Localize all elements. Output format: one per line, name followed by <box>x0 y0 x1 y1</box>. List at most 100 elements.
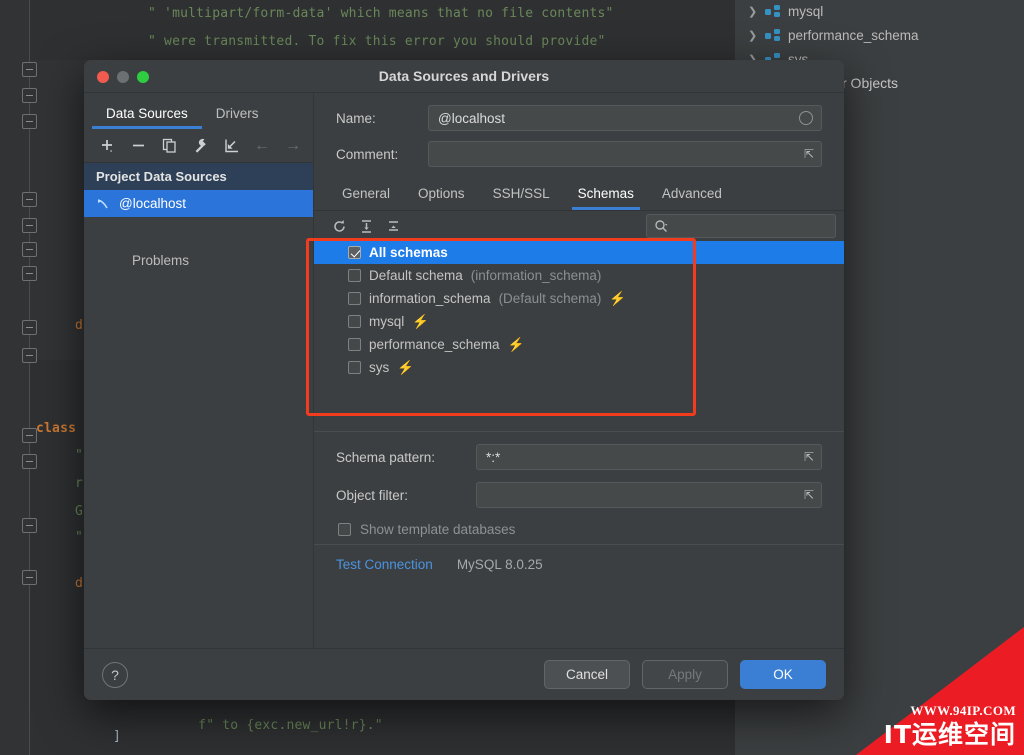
import-icon[interactable] <box>218 134 244 158</box>
problems-item[interactable]: Problems <box>84 253 313 268</box>
code-token: f" to {exc.new_url!r}." <box>198 718 383 733</box>
comment-input[interactable]: ⇱ <box>428 141 822 167</box>
tab-schemas[interactable]: Schemas <box>568 186 644 210</box>
dialog-title: Data Sources and Drivers <box>378 68 550 84</box>
fold-marker[interactable] <box>22 320 37 335</box>
code-fragment: G <box>75 504 84 519</box>
schema-row-sys[interactable]: sys ⚡ <box>314 356 844 379</box>
refresh-icon[interactable] <box>332 219 347 234</box>
schema-list: All schemas Default schema (information_… <box>314 241 844 379</box>
fold-marker[interactable] <box>22 114 37 129</box>
search-input[interactable] <box>646 214 836 238</box>
schema-pattern-label: Schema pattern: <box>336 449 436 465</box>
tab-data-sources[interactable]: Data Sources <box>92 106 202 129</box>
dialog-footer: ? Cancel Apply OK <box>84 648 844 700</box>
schema-label: mysql <box>369 314 405 329</box>
object-filter-input[interactable]: ⇱ <box>476 482 822 508</box>
tree-item-performance-schema[interactable]: ❯ performance_schema <box>748 28 919 43</box>
cancel-button[interactable]: Cancel <box>544 660 630 689</box>
name-field-row: Name: @localhost <box>314 101 844 135</box>
schema-row-performance-schema[interactable]: performance_schema ⚡ <box>314 333 844 356</box>
fold-marker[interactable] <box>22 518 37 533</box>
tab-options[interactable]: Options <box>408 186 475 210</box>
show-template-databases-label: Show template databases <box>360 521 516 537</box>
lightning-icon: ⚡ <box>412 313 430 329</box>
ok-button[interactable]: OK <box>740 660 826 689</box>
datasource-icon <box>96 197 110 211</box>
schema-checkbox[interactable] <box>348 292 361 305</box>
fold-marker[interactable] <box>22 348 37 363</box>
divider <box>314 431 844 432</box>
schema-row-information-schema[interactable]: information_schema (Default schema) ⚡ <box>314 287 844 310</box>
schema-pattern-input[interactable]: *:* ⇱ <box>476 444 822 470</box>
comment-label: Comment: <box>336 146 399 162</box>
schema-row-mysql[interactable]: mysql ⚡ <box>314 310 844 333</box>
tab-drivers[interactable]: Drivers <box>202 106 273 129</box>
schema-checkbox[interactable] <box>348 338 361 351</box>
fold-marker[interactable] <box>22 88 37 103</box>
fold-marker[interactable] <box>22 192 37 207</box>
schema-row-all-schemas[interactable]: All schemas <box>314 241 844 264</box>
fold-marker[interactable] <box>22 266 37 281</box>
help-button[interactable]: ? <box>102 661 128 688</box>
schema-checkbox[interactable] <box>348 269 361 282</box>
expand-all-icon[interactable] <box>359 219 374 234</box>
code-fragment: " <box>75 530 84 545</box>
dialog-titlebar: Data Sources and Drivers <box>84 60 844 93</box>
fold-marker[interactable] <box>22 218 37 233</box>
object-filter-label: Object filter: <box>336 487 409 503</box>
data-source-label: @localhost <box>119 196 186 211</box>
schema-pattern-row: Schema pattern: *:* ⇱ <box>314 438 844 476</box>
watermark: WWW.94IP.COM IT运维空间 <box>856 627 1024 755</box>
copy-icon[interactable] <box>156 134 182 158</box>
dialog-right-panel: Name: @localhost Comment: ⇱ General Opti… <box>314 93 844 648</box>
lightning-icon: ⚡ <box>397 359 415 375</box>
lightning-icon: ⚡ <box>507 336 525 352</box>
expand-editor-icon[interactable]: ⇱ <box>804 148 814 160</box>
tab-ssh-ssl[interactable]: SSH/SSL <box>483 186 560 210</box>
arrow-right-icon[interactable]: → <box>280 134 306 158</box>
schema-note: (Default schema) <box>498 291 602 306</box>
name-input-value: @localhost <box>438 110 505 126</box>
data-source-item-localhost[interactable]: @localhost <box>84 190 313 217</box>
lightning-icon: ⚡ <box>609 290 627 306</box>
schema-checkbox[interactable] <box>348 246 361 259</box>
wrench-icon[interactable] <box>187 134 213 158</box>
show-template-databases-row[interactable]: Show template databases <box>314 514 844 544</box>
fold-marker[interactable] <box>22 454 37 469</box>
chevron-right-icon[interactable]: ❯ <box>748 5 757 18</box>
schema-label: sys <box>369 360 390 375</box>
arrow-left-icon[interactable]: ← <box>249 134 275 158</box>
chevron-right-icon[interactable]: ❯ <box>748 29 757 42</box>
schema-row-default-schema[interactable]: Default schema (information_schema) <box>314 264 844 287</box>
code-fragment: d <box>75 576 84 591</box>
remove-icon[interactable] <box>125 134 151 158</box>
schema-list-toolbar <box>314 211 844 241</box>
group-header-project-data-sources: Project Data Sources <box>84 163 313 190</box>
code-fragment: " <box>75 448 84 463</box>
tab-general[interactable]: General <box>332 186 400 210</box>
search-icon <box>655 220 668 233</box>
tab-advanced[interactable]: Advanced <box>652 186 732 210</box>
fold-marker[interactable] <box>22 428 37 443</box>
config-tabs: General Options SSH/SSL Schemas Advanced <box>314 171 844 211</box>
test-connection-link[interactable]: Test Connection <box>336 557 433 572</box>
name-input[interactable]: @localhost <box>428 105 822 131</box>
fold-marker[interactable] <box>22 62 37 77</box>
schema-label: performance_schema <box>369 337 500 352</box>
expand-editor-icon[interactable]: ⇱ <box>804 489 814 501</box>
expand-editor-icon[interactable]: ⇱ <box>804 451 814 463</box>
fold-marker[interactable] <box>22 242 37 257</box>
fold-marker[interactable] <box>22 570 37 585</box>
name-label: Name: <box>336 110 376 126</box>
code-line: " were transmitted. To fix this error yo… <box>148 34 606 49</box>
schema-checkbox[interactable] <box>348 361 361 374</box>
code-fragment: d <box>75 318 84 333</box>
collapse-all-icon[interactable] <box>386 219 401 234</box>
add-icon[interactable] <box>94 134 120 158</box>
tree-item-mysql[interactable]: ❯ mysql <box>748 4 823 19</box>
show-template-databases-checkbox[interactable] <box>338 522 351 536</box>
schema-checkbox[interactable] <box>348 315 361 328</box>
object-filter-row: Object filter: ⇱ <box>314 476 844 514</box>
apply-button[interactable]: Apply <box>642 660 728 689</box>
